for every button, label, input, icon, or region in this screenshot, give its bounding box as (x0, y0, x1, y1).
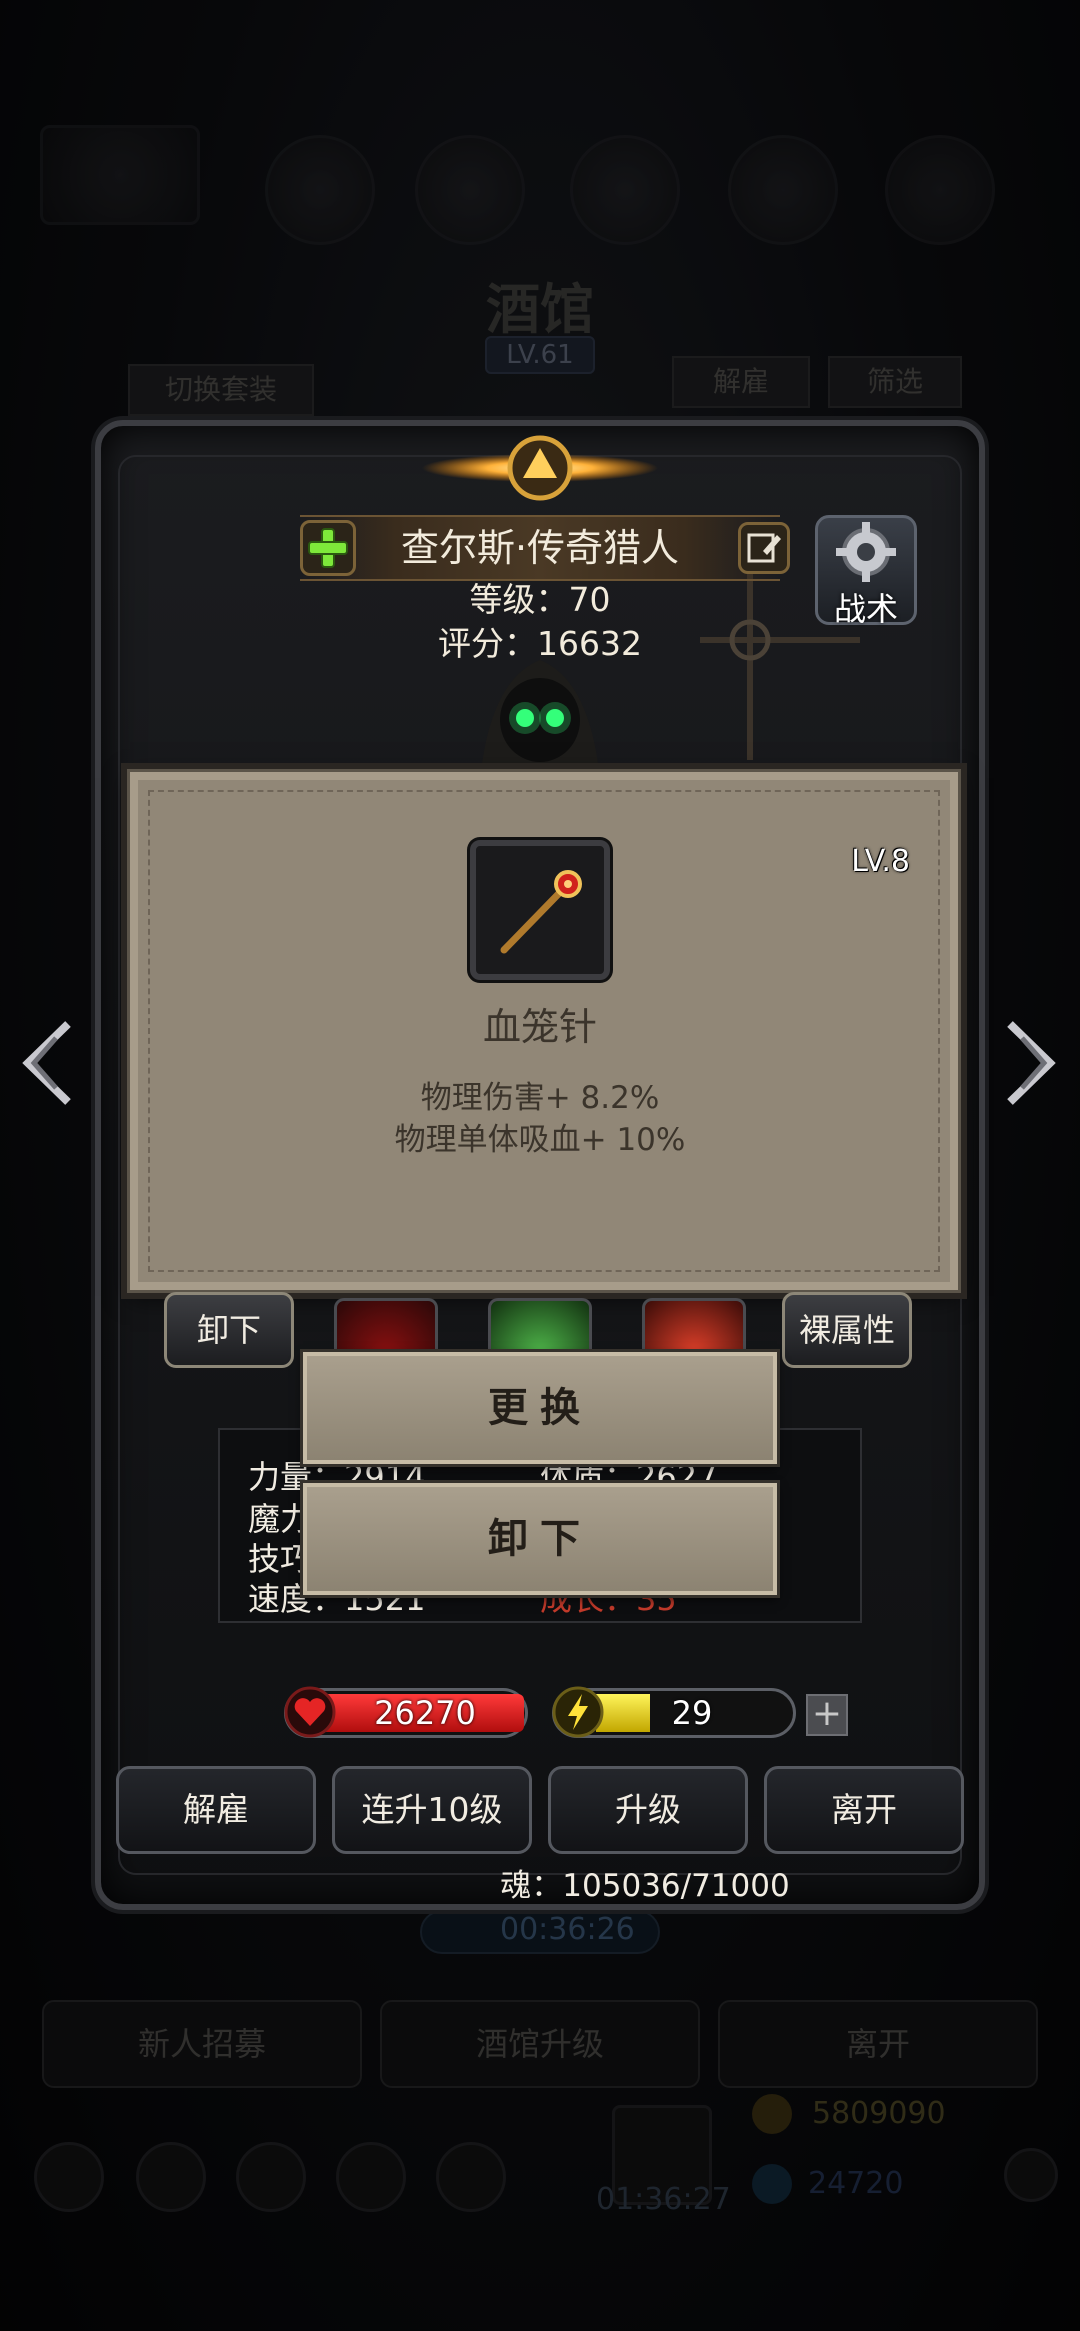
item-attribute-2: 物理单体吸血+ 10% (394, 1122, 686, 1158)
energy-value: 29 (671, 1694, 713, 1732)
item-level: LV.8 (851, 844, 910, 879)
equip-slot-3[interactable] (642, 1298, 746, 1360)
chevron-right-icon[interactable] (1000, 1018, 1060, 1108)
heart-icon (284, 1686, 336, 1738)
dismiss-hero-button[interactable]: 解雇 (116, 1766, 316, 1854)
leave-button[interactable]: 离开 (764, 1766, 964, 1854)
lightning-icon (552, 1686, 604, 1738)
equip-slot-1[interactable] (334, 1298, 438, 1360)
level-up-button[interactable]: 升级 (548, 1766, 748, 1854)
chevron-left-icon[interactable] (18, 1018, 78, 1108)
tactic-label: 战术 (833, 590, 898, 628)
item-attribute-1: 物理伤害+ 8.2% (420, 1080, 660, 1116)
hero-score: 评分：16632 (438, 624, 642, 663)
rename-button[interactable] (738, 522, 790, 574)
soul-counter: 魂：105036/71000 (500, 1868, 790, 1904)
equip-slot-2[interactable] (488, 1298, 592, 1360)
hp-value: 26270 (374, 1694, 476, 1732)
unequip-side-button[interactable]: 卸下 (164, 1292, 294, 1368)
staff-icon (500, 870, 582, 954)
hero-name: 查尔斯·传奇猎人 (400, 526, 680, 570)
naked-attributes-button[interactable]: 裸属性 (782, 1292, 912, 1368)
edit-icon (747, 533, 781, 563)
level-up-10-button[interactable]: 连升10级 (332, 1766, 532, 1854)
remove-item-button[interactable]: 卸下 (303, 1483, 777, 1595)
add-energy-button[interactable]: + (806, 1694, 848, 1736)
sun-emblem-icon (422, 435, 658, 501)
replace-item-button[interactable]: 更换 (303, 1352, 777, 1464)
item-name: 血笼针 (482, 1005, 597, 1049)
item-slot (470, 840, 610, 980)
hero-level: 等级：70 (469, 580, 611, 619)
